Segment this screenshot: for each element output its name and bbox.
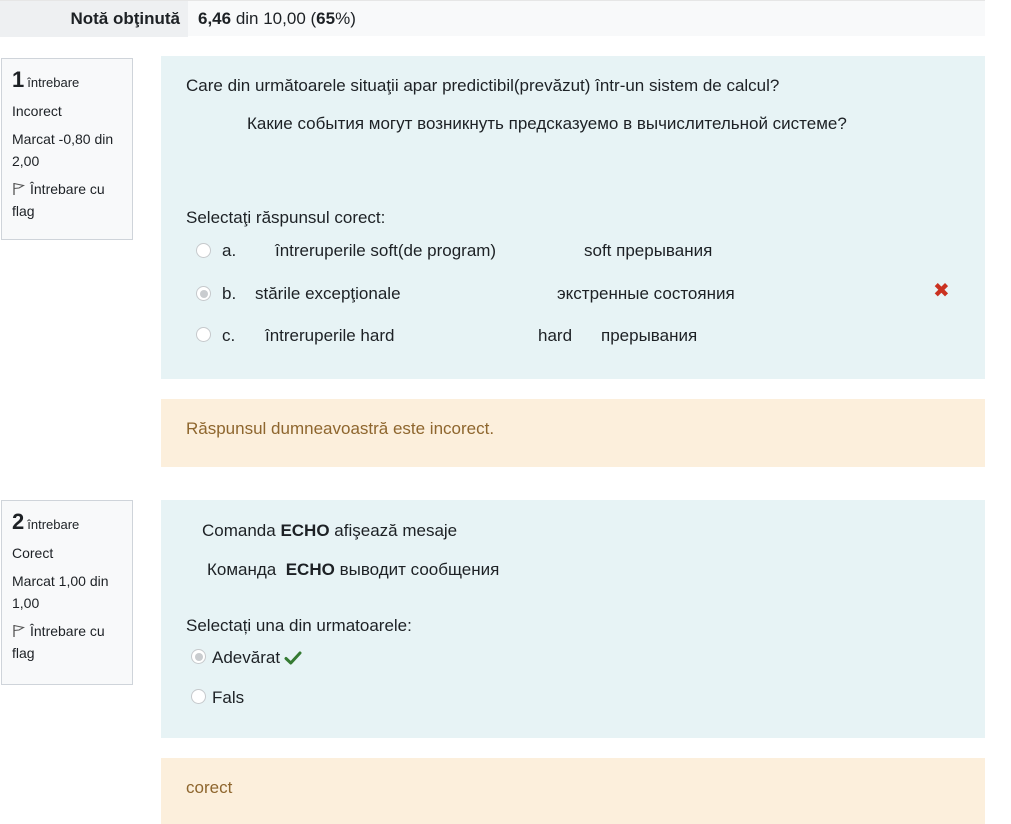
text-post: выводит сообщения xyxy=(334,560,500,579)
flag-icon xyxy=(13,182,25,195)
grade-percent: 65 xyxy=(316,9,336,28)
text-post: afişează mesaje xyxy=(329,521,458,540)
flag-label: Întrebare cu flag xyxy=(12,181,105,219)
correct-check-icon xyxy=(284,651,302,665)
grade-summary-row: Notă obţinută 6,46 din 10,00 (65%) xyxy=(0,0,985,37)
question-status: Corect xyxy=(12,545,54,561)
text-bold: ECHO xyxy=(280,521,330,540)
question-mark: Marcat -0,80 din 2,00 xyxy=(12,131,114,169)
grade-mid: din 10,00 ( xyxy=(231,9,317,28)
question-2-feedback: corect xyxy=(161,758,985,824)
question-number: 2 xyxy=(12,509,25,534)
question-mark: Marcat 1,00 din 1,00 xyxy=(12,573,109,611)
question-text-ro: Care din următoarele situaţii apar predi… xyxy=(186,76,780,95)
flag-question-link[interactable]: Întrebare cu flag xyxy=(12,178,122,222)
option-b-letter: b. xyxy=(222,284,237,303)
option-a-letter: a. xyxy=(222,241,237,260)
question-1-feedback: Răspunsul dumneavoastră este incorect. xyxy=(161,399,985,467)
question-1-info: 1 întrebare Incorect Marcat -0,80 din 2,0… xyxy=(1,58,133,240)
grade-score: 6,46 xyxy=(198,9,232,28)
flag-question-link[interactable]: Întrebare cu flag xyxy=(12,620,122,664)
option-c-radio[interactable] xyxy=(196,327,211,342)
grade-value: 6,46 din 10,00 (65%) xyxy=(198,1,356,37)
question-word: întrebare xyxy=(27,517,80,532)
grade-end: %) xyxy=(335,9,356,28)
option-c-text-ro: întreruperile hard xyxy=(265,326,395,345)
answer-prompt: Selectaţi răspunsul corect: xyxy=(186,208,386,227)
question-word: întrebare xyxy=(27,75,80,90)
option-c-letter: c. xyxy=(222,326,236,345)
incorrect-icon: ✖ xyxy=(933,280,950,302)
option-b-radio[interactable] xyxy=(196,286,211,301)
option-b-text-ro: stările excepţionale xyxy=(255,284,401,303)
question-2-content: Comanda ECHO afişează mesaje Команда ECH… xyxy=(161,500,985,738)
flag-icon xyxy=(13,624,25,637)
option-true-label: Adevărat xyxy=(212,648,302,668)
answer-prompt: Selectați una din urmatoarele: xyxy=(186,616,412,635)
option-false-label: Fals xyxy=(212,688,245,707)
option-true-text: Adevărat xyxy=(212,648,281,667)
option-a-text-ro: întreruperile soft(de program) xyxy=(275,241,497,260)
question-number: 1 xyxy=(12,67,25,92)
option-c-text-ru-2: прерывания xyxy=(601,326,698,345)
text-pre: Команда xyxy=(207,560,286,579)
question-text-ro: Comanda ECHO afişează mesaje xyxy=(202,521,457,541)
text-pre: Comanda xyxy=(202,521,281,540)
question-status: Incorect xyxy=(12,103,62,119)
option-false-radio[interactable] xyxy=(191,689,206,704)
option-c-text-ru-1: hard xyxy=(538,326,573,345)
question-2-info: 2 întrebare Corect Marcat 1,00 din 1,00 Î… xyxy=(1,500,133,685)
option-a-radio[interactable] xyxy=(196,243,211,258)
option-b-text-ru: экстренные состояния xyxy=(557,284,735,303)
text-bold: ECHO xyxy=(285,560,335,579)
option-true-radio[interactable] xyxy=(191,649,206,664)
question-text-ru: Какие события могут возникнуть предсказу… xyxy=(247,114,847,133)
option-a-text-ru: soft прерывания xyxy=(584,241,713,260)
grade-label: Notă obţinută xyxy=(0,1,188,37)
flag-label: Întrebare cu flag xyxy=(12,623,105,661)
question-text-ru: Команда ECHO выводит сообщения xyxy=(207,560,499,580)
question-1-content: Care din următoarele situaţii apar predi… xyxy=(161,56,985,379)
